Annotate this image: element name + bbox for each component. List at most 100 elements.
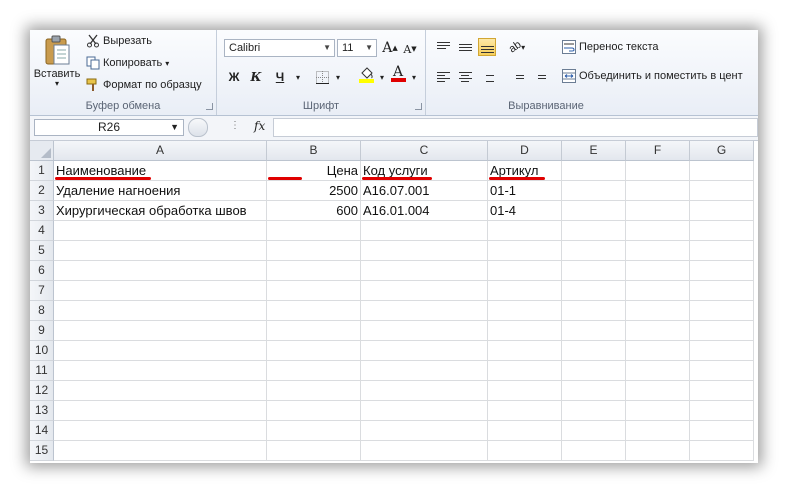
cell-c7[interactable] [361, 281, 488, 301]
row-header-8[interactable]: 8 [30, 301, 54, 321]
row-header-2[interactable]: 2 [30, 181, 54, 201]
cell-g5[interactable] [690, 241, 754, 261]
cell-d12[interactable] [488, 381, 562, 401]
cell-b8[interactable] [267, 301, 361, 321]
cell-a6[interactable] [54, 261, 267, 281]
cell-c12[interactable] [361, 381, 488, 401]
cell-b7[interactable] [267, 281, 361, 301]
row-header-1[interactable]: 1 [30, 161, 54, 181]
cell-f13[interactable] [626, 401, 690, 421]
cell-g10[interactable] [690, 341, 754, 361]
name-box-dropdown-icon[interactable]: ▼ [170, 120, 179, 135]
align-left-button[interactable] [434, 68, 452, 86]
paste-dropdown-icon[interactable]: ▾ [55, 79, 59, 88]
italic-button[interactable]: К [247, 68, 265, 86]
cell-f5[interactable] [626, 241, 690, 261]
cell-a5[interactable] [54, 241, 267, 261]
cell-e12[interactable] [562, 381, 626, 401]
column-header-b[interactable]: B [267, 141, 361, 161]
cell-g8[interactable] [690, 301, 754, 321]
merge-center-button[interactable]: Объединить и поместить в цент [562, 69, 743, 83]
cell-b2[interactable]: 2500 [267, 181, 361, 201]
cell-g3[interactable] [690, 201, 754, 221]
cell-g15[interactable] [690, 441, 754, 461]
cell-e8[interactable] [562, 301, 626, 321]
cell-g9[interactable] [690, 321, 754, 341]
cell-b9[interactable] [267, 321, 361, 341]
cell-d8[interactable] [488, 301, 562, 321]
formula-bar-resize-handle[interactable] [188, 118, 208, 137]
column-header-f[interactable]: F [626, 141, 690, 161]
column-header-d[interactable]: D [488, 141, 562, 161]
cell-f3[interactable] [626, 201, 690, 221]
cell-g12[interactable] [690, 381, 754, 401]
align-right-button[interactable] [478, 68, 496, 86]
cell-c15[interactable] [361, 441, 488, 461]
grow-font-button[interactable]: A ▲ [381, 39, 399, 57]
formula-input[interactable] [273, 118, 758, 137]
cell-d9[interactable] [488, 321, 562, 341]
cell-e11[interactable] [562, 361, 626, 381]
cell-f11[interactable] [626, 361, 690, 381]
column-header-a[interactable]: A [54, 141, 267, 161]
cell-e2[interactable] [562, 181, 626, 201]
cut-button[interactable]: Вырезать [86, 34, 152, 48]
align-center-button[interactable] [456, 68, 474, 86]
row-header-10[interactable]: 10 [30, 341, 54, 361]
row-header-11[interactable]: 11 [30, 361, 54, 381]
cell-g11[interactable] [690, 361, 754, 381]
cell-e10[interactable] [562, 341, 626, 361]
cell-g14[interactable] [690, 421, 754, 441]
name-box[interactable]: R26 ▼ [34, 119, 184, 136]
wrap-text-button[interactable]: Перенос текста [562, 40, 659, 54]
cell-b15[interactable] [267, 441, 361, 461]
cell-b3[interactable]: 600 [267, 201, 361, 221]
cell-a7[interactable] [54, 281, 267, 301]
cell-d4[interactable] [488, 221, 562, 241]
borders-dropdown-icon[interactable]: ▾ [329, 68, 347, 86]
align-bottom-button[interactable] [478, 38, 496, 56]
cell-e15[interactable] [562, 441, 626, 461]
cell-d6[interactable] [488, 261, 562, 281]
row-header-9[interactable]: 9 [30, 321, 54, 341]
align-top-button[interactable] [434, 38, 452, 56]
cell-e3[interactable] [562, 201, 626, 221]
cell-f2[interactable] [626, 181, 690, 201]
format-painter-button[interactable]: Формат по образцу [86, 78, 202, 92]
cell-b13[interactable] [267, 401, 361, 421]
cell-c13[interactable] [361, 401, 488, 421]
row-header-12[interactable]: 12 [30, 381, 54, 401]
underline-dropdown-icon[interactable]: ▾ [289, 68, 307, 86]
cell-c2[interactable]: A16.07.001 [361, 181, 488, 201]
cell-c14[interactable] [361, 421, 488, 441]
decrease-indent-button[interactable] [508, 68, 526, 86]
column-header-g[interactable]: G [690, 141, 754, 161]
cell-b10[interactable] [267, 341, 361, 361]
cell-e1[interactable] [562, 161, 626, 181]
cell-e6[interactable] [562, 261, 626, 281]
font-size-select[interactable]: 11 ▼ [337, 39, 377, 57]
cell-g2[interactable] [690, 181, 754, 201]
cell-e9[interactable] [562, 321, 626, 341]
cell-e7[interactable] [562, 281, 626, 301]
underline-button[interactable]: Ч [271, 68, 289, 86]
cell-d7[interactable] [488, 281, 562, 301]
cell-b11[interactable] [267, 361, 361, 381]
cell-f10[interactable] [626, 341, 690, 361]
cell-f9[interactable] [626, 321, 690, 341]
cell-d3[interactable]: 01-4 [488, 201, 562, 221]
cell-b4[interactable] [267, 221, 361, 241]
cell-b12[interactable] [267, 381, 361, 401]
cell-f14[interactable] [626, 421, 690, 441]
font-color-dropdown-icon[interactable]: ▾ [405, 68, 423, 86]
clipboard-dialog-launcher[interactable] [206, 103, 213, 110]
cell-f15[interactable] [626, 441, 690, 461]
copy-button[interactable]: Копировать ▾ [86, 56, 169, 70]
row-header-6[interactable]: 6 [30, 261, 54, 281]
cell-b14[interactable] [267, 421, 361, 441]
cell-a14[interactable] [54, 421, 267, 441]
cell-g13[interactable] [690, 401, 754, 421]
cell-g7[interactable] [690, 281, 754, 301]
cell-f7[interactable] [626, 281, 690, 301]
cell-c9[interactable] [361, 321, 488, 341]
